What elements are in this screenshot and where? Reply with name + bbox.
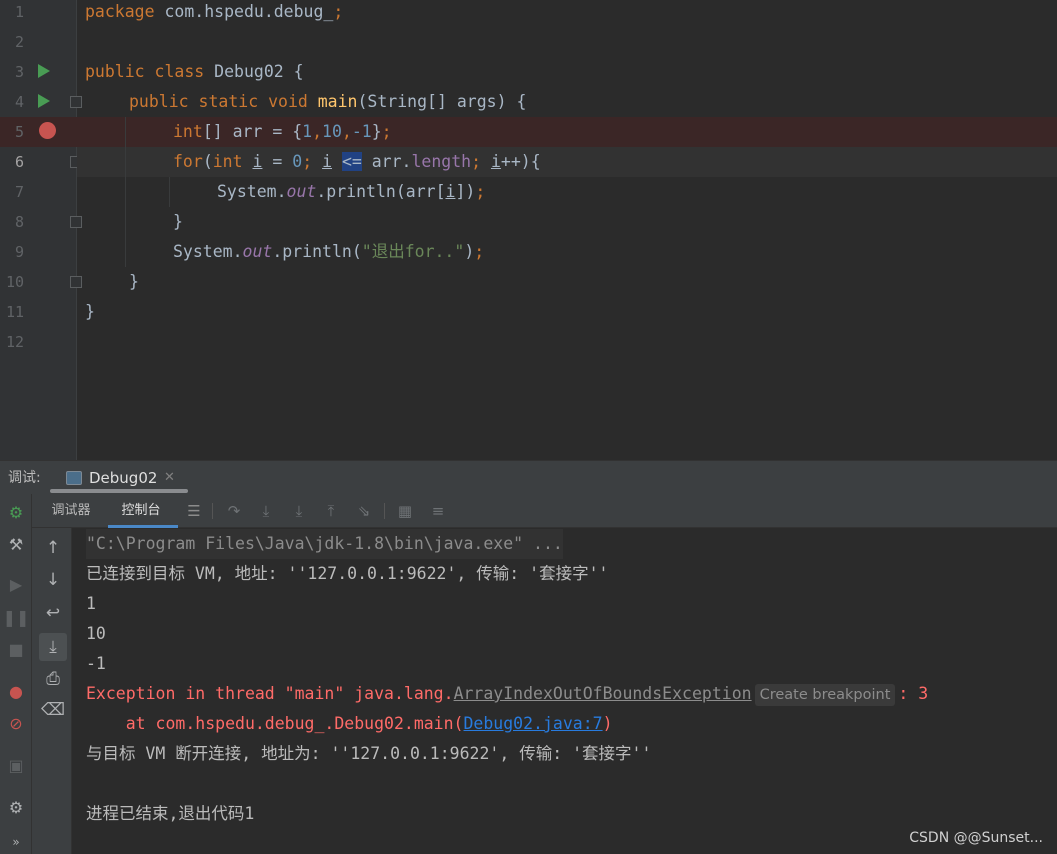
evaluate-icon[interactable]: ▦ — [396, 502, 414, 520]
line-number: 10 — [5, 273, 24, 291]
scroll-to-end-icon[interactable]: ⤓ — [39, 633, 67, 661]
indent-guide — [125, 117, 126, 267]
code-text: } — [173, 212, 183, 231]
code-line-3[interactable]: 3 public class Debug02 { — [0, 57, 1057, 87]
debug-left-toolbar: ⚙ ⚒ ▶ ❚❚ ■ ● ⊘ ▣ ⚙ » — [0, 494, 32, 854]
soft-wrap-icon[interactable]: ↩ — [42, 602, 64, 624]
run-main-icon[interactable] — [38, 94, 50, 108]
line-number: 2 — [14, 33, 24, 51]
code-line-5[interactable]: 5 int[] arr = {1,10,-1}; — [0, 117, 1057, 147]
code-editor[interactable]: 1 package com.hspedu.debug_; 2 3 public … — [0, 0, 1057, 460]
tab-underline — [50, 489, 188, 493]
trash-icon[interactable]: ⌫ — [41, 699, 65, 721]
line-number: 12 — [5, 333, 24, 351]
step-out-icon[interactable]: ⤒ — [322, 502, 340, 520]
line-number: 5 — [14, 123, 24, 141]
watermark: CSDN @@Sunset... — [909, 830, 1043, 846]
line-number: 8 — [14, 213, 24, 231]
console-stacktrace-line: at com.hspedu.debug_.Debug02.main(Debug0… — [86, 714, 613, 733]
console-output-line: -1 — [86, 654, 106, 673]
run-config-icon — [66, 471, 82, 485]
step-into-icon[interactable]: ⤓ — [290, 502, 308, 520]
debug-subtabs-bar: 调试器 控制台 ☰ ↷ ⤓ ⤓ ⤒ ⇘ ▦ ≡ — [32, 494, 1057, 528]
code-line-6[interactable]: 6 for(int i = 0; i <= arr.length; i++){ — [0, 147, 1057, 177]
print-icon[interactable]: ⎙ — [42, 668, 64, 690]
toolbar-separator — [384, 503, 385, 519]
code-line-1[interactable]: 1 package com.hspedu.debug_; — [0, 0, 1057, 27]
tab-debugger[interactable]: 调试器 — [38, 494, 104, 528]
console-output-line: 10 — [86, 624, 106, 643]
line-number: 7 — [14, 183, 24, 201]
show-execution-point-icon[interactable]: ↷ — [225, 502, 243, 520]
code-text: public class Debug02 { — [85, 62, 304, 81]
stop-icon[interactable]: ■ — [6, 639, 26, 659]
breakpoint-icon[interactable] — [39, 122, 56, 139]
wrench-icon[interactable]: ⚒ — [6, 534, 26, 554]
exception-class-link[interactable]: ArrayIndexOutOfBoundsException — [454, 684, 752, 703]
mute-breakpoints-icon[interactable]: ⊘ — [6, 713, 26, 733]
code-text: public static void main(String[] args) { — [129, 92, 527, 111]
console-output-line: 1 — [86, 594, 96, 613]
code-text: } — [85, 302, 95, 321]
code-line-8[interactable]: 8 } — [0, 207, 1057, 237]
code-text: System.out.println(arr[i]); — [217, 182, 486, 201]
console-command-line: "C:\Program Files\Java\jdk-1.8\bin\java.… — [86, 529, 563, 559]
up-arrow-icon[interactable]: ↑ — [42, 537, 64, 559]
pause-icon[interactable]: ❚❚ — [3, 607, 30, 627]
trace-icon[interactable]: ≡ — [429, 502, 447, 520]
menu-icon[interactable]: ☰ — [185, 502, 203, 520]
view-breakpoints-icon[interactable]: ● — [6, 681, 26, 701]
more-icon[interactable]: » — [6, 832, 26, 852]
code-line-12[interactable]: 12 — [0, 327, 1057, 357]
debug-title: 调试: — [8, 470, 41, 486]
toolbar-separator — [212, 503, 213, 519]
code-line-2[interactable]: 2 — [0, 27, 1057, 57]
line-number: 1 — [14, 3, 24, 21]
run-class-icon[interactable] — [38, 64, 50, 78]
line-number: 9 — [14, 243, 24, 261]
indent-guide — [169, 177, 170, 207]
run-to-cursor-icon[interactable]: ⇘ — [355, 502, 373, 520]
code-line-7[interactable]: 7 System.out.println(arr[i]); — [0, 177, 1057, 207]
camera-icon[interactable]: ▣ — [6, 755, 26, 775]
console-exit-line: 进程已结束,退出代码1 — [86, 804, 255, 823]
create-breakpoint-button[interactable]: Create breakpoint — [754, 683, 896, 706]
line-number: 3 — [14, 63, 24, 81]
line-number: 4 — [14, 93, 24, 111]
down-arrow-icon[interactable]: ↓ — [42, 569, 64, 591]
line-number: 6 — [14, 153, 24, 171]
bug-icon[interactable]: ⚙ — [6, 502, 26, 522]
tab-console[interactable]: 控制台 — [108, 494, 174, 528]
step-over-icon[interactable]: ⤓ — [257, 502, 275, 520]
code-text: System.out.println("退出for.."); — [173, 242, 485, 261]
selected-operator: <= — [341, 152, 362, 171]
resume-icon[interactable]: ▶ — [6, 574, 26, 594]
code-text: int[] arr = {1,10,-1}; — [173, 122, 392, 141]
code-line-4[interactable]: 4 public static void main(String[] args)… — [0, 87, 1057, 117]
source-link[interactable]: Debug02.java:7 — [464, 714, 603, 733]
code-text: for(int i = 0; i <= arr.length; i++){ — [173, 152, 541, 171]
code-line-10[interactable]: 10 } — [0, 267, 1057, 297]
console-connected-line: 已连接到目标 VM, 地址: ''127.0.0.1:9622', 传输: '套… — [86, 564, 609, 583]
console-output[interactable]: "C:\Program Files\Java\jdk-1.8\bin\java.… — [72, 528, 1057, 854]
line-number: 11 — [5, 303, 24, 321]
code-line-11[interactable]: 11 } — [0, 297, 1057, 327]
console-disconnected-line: 与目标 VM 断开连接, 地址为: ''127.0.0.1:9622', 传输:… — [86, 744, 652, 763]
code-text: } — [129, 272, 139, 291]
settings-icon[interactable]: ⚙ — [6, 797, 26, 817]
console-toolbar: ↑ ↓ ↩ ⤓ ⎙ ⌫ — [32, 528, 72, 854]
console-exception-line: Exception in thread "main" java.lang.Arr… — [86, 679, 928, 709]
code-text: package com.hspedu.debug_; — [85, 2, 344, 21]
code-line-9[interactable]: 9 System.out.println("退出for.."); — [0, 237, 1057, 267]
